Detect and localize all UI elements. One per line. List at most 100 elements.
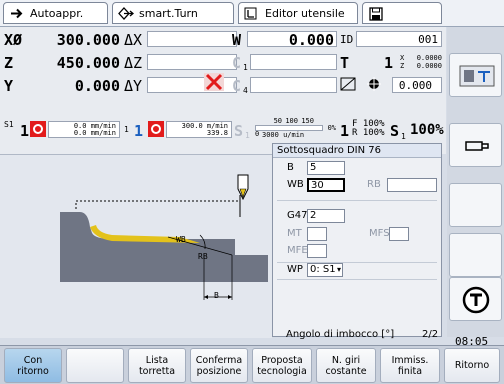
scale-150: 150 — [301, 117, 314, 125]
machine-icon — [459, 65, 495, 87]
axis-x-delta-field — [147, 31, 237, 47]
mt-label: MT — [287, 228, 302, 239]
c1-field — [250, 54, 337, 70]
g47-label: G47 — [287, 210, 308, 221]
softkey-conferma-posizione[interactable]: Conferma posizione — [190, 348, 248, 383]
b-input[interactable]: 5 — [307, 161, 345, 175]
s1-label: S1 — [4, 120, 14, 129]
xz-z-value: 0.0000 — [416, 62, 442, 70]
scale-value: 3000 u/min — [262, 131, 305, 139]
xz-x-value: 0.0000 — [416, 54, 442, 62]
mfe-input[interactable] — [307, 244, 327, 258]
softkey-right-3[interactable] — [449, 183, 502, 227]
axis-y-label: Y — [4, 77, 14, 95]
axis-z-delta-field — [147, 54, 237, 70]
tab-label: Autoappr. — [30, 7, 84, 20]
form-divider — [277, 200, 437, 201]
tab-bar: Autoappr. smart.Turn Editor utensile — [0, 0, 504, 27]
axis-x-value: 300.000 — [56, 31, 120, 49]
label-wb: WB — [176, 235, 186, 244]
machine-status: XØ 300.000 ΔX Z 450.000 ΔZ Y 0.000 ΔY W … — [0, 27, 446, 154]
vertical-softkeys: 08:05 — [447, 27, 504, 348]
tab-autoappr[interactable]: Autoappr. — [3, 2, 108, 24]
label-b: B — [214, 291, 219, 300]
feed-bot: 0.0 mm/min — [73, 129, 116, 137]
s-main-sub: 1 — [401, 132, 406, 141]
mt-input[interactable] — [307, 227, 327, 241]
tab-save[interactable] — [362, 2, 442, 24]
spindle-value: 0.000 — [398, 79, 432, 92]
c4-sub: 4 — [243, 86, 248, 95]
t-label: T — [340, 54, 350, 72]
coolant-stop-icon — [148, 121, 164, 137]
wb-label: WB — [287, 179, 304, 190]
t1-num: 1 — [124, 125, 129, 134]
softkey-con-ritorno[interactable]: Con ritorno — [4, 348, 62, 383]
undercut-drawing — [60, 174, 268, 300]
tab-label: Editor utensile — [265, 7, 345, 20]
spindle-icon — [340, 77, 381, 91]
softkey-ritorno[interactable]: Ritorno — [444, 348, 500, 383]
wp-label: WP — [287, 264, 303, 275]
softkey-immiss-finita[interactable]: Immiss. finita — [380, 348, 440, 383]
form-divider — [277, 262, 437, 263]
mfs-input[interactable] — [389, 227, 409, 241]
scale-min: 0 — [255, 130, 260, 138]
c1-label: C — [232, 54, 242, 72]
pct-value: 0% — [327, 124, 336, 132]
horizontal-softkeys: Con ritorno Lista torretta Conferma posi… — [0, 345, 504, 384]
input-hint: Angolo di imbocco [°] — [286, 329, 395, 340]
form-divider — [277, 279, 437, 280]
tool-table-button[interactable] — [449, 277, 502, 321]
tab-label: smart.Turn — [139, 7, 198, 20]
s1-num: 1 — [20, 122, 30, 140]
c4-label: C — [232, 77, 242, 95]
diamond-arrow-icon — [118, 7, 134, 20]
axis-z-value: 450.000 — [56, 54, 120, 72]
rb-input[interactable] — [387, 178, 437, 192]
undercut-form: Sottosquadro DIN 76 B 5 WB 30 RB G47 2 M… — [272, 143, 442, 337]
mfs-label: MFS — [369, 228, 390, 239]
tab-smart-turn[interactable]: smart.Turn — [112, 2, 234, 24]
s-main-pct: 100% — [410, 122, 444, 138]
axis-x-delta-label: ΔX — [124, 31, 143, 49]
tab-editor-utensile[interactable]: Editor utensile — [238, 2, 358, 24]
disk-icon — [369, 7, 383, 21]
form-page: 2/2 — [422, 329, 439, 340]
axis-y-value: 0.000 — [74, 77, 120, 95]
tool-editor-icon — [244, 7, 257, 20]
f-num: 1 — [340, 122, 350, 140]
w-value: 0.000 — [288, 31, 334, 49]
mfe-label: MFE — [287, 245, 308, 256]
axis-x-label: XØ — [4, 31, 23, 49]
undercut-help-graphic: WB RB B — [0, 154, 272, 338]
r-pct: R 100% — [352, 128, 385, 138]
speed-bot: 339.8 — [206, 129, 228, 137]
cycle-view-button[interactable] — [449, 123, 502, 167]
c4-field — [250, 77, 337, 93]
softkey-proposta-tecnologia[interactable]: Proposta tecnologia — [252, 348, 312, 383]
wb-input[interactable]: 30 — [307, 178, 345, 192]
s-main: S — [390, 122, 400, 140]
t-circle-icon — [462, 286, 490, 314]
scale-100: 100 — [285, 117, 298, 125]
softkey-lista-torretta[interactable]: Lista torretta — [128, 348, 186, 383]
machine-view-button[interactable] — [449, 53, 502, 97]
id-label: ID — [340, 33, 354, 46]
axis-z-delta-label: ΔZ — [124, 54, 143, 72]
s-label: S — [234, 122, 244, 140]
tool-alert-icon — [204, 73, 224, 91]
form-title: Sottosquadro DIN 76 — [273, 144, 441, 158]
t-value: 1 — [384, 54, 394, 72]
w-label: W — [232, 31, 242, 49]
softkey-empty[interactable] — [66, 348, 124, 383]
arrow-right-icon — [9, 7, 25, 20]
axis-y-delta-label: ΔY — [124, 77, 143, 95]
softkey-right-4[interactable] — [449, 233, 502, 277]
softkey-n-giri-costante[interactable]: N. giri costante — [316, 348, 376, 383]
c1-sub: 1 — [243, 63, 248, 72]
axis-z-label: Z — [4, 54, 14, 72]
g47-input[interactable]: 2 — [307, 209, 345, 223]
label-rb: RB — [198, 252, 208, 261]
spindle-stop-icon — [30, 121, 46, 137]
